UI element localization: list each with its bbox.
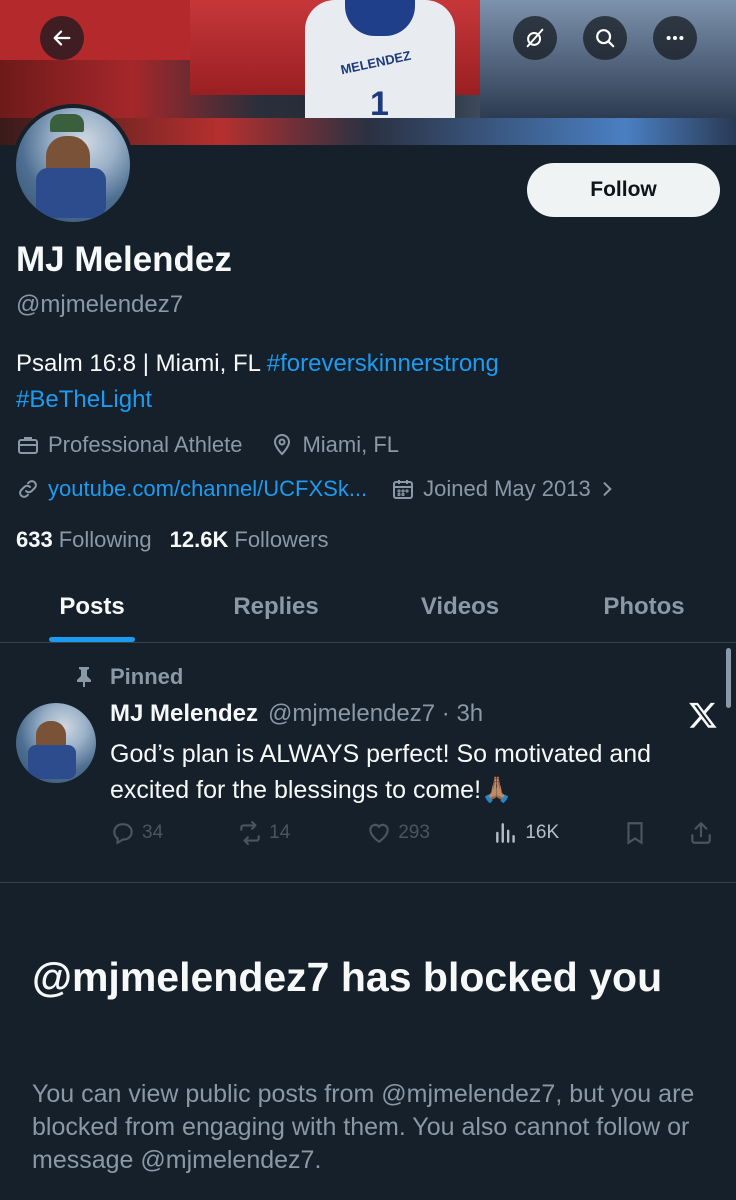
views-icon bbox=[496, 823, 516, 843]
location-item: Miami, FL bbox=[270, 432, 399, 458]
following-label: Following bbox=[58, 527, 152, 552]
like-button[interactable]: 293 bbox=[366, 820, 493, 846]
blocked-title: @mjmelendez7 has blocked you bbox=[32, 954, 663, 1000]
tab-photos[interactable]: Photos bbox=[552, 572, 736, 642]
tab-photos-label: Photos bbox=[603, 593, 685, 620]
joined-item[interactable]: Joined May 2013 bbox=[391, 476, 625, 502]
post-author-handle[interactable]: @mjmelendez7 · 3h bbox=[268, 700, 483, 728]
blocked-description: You can view public posts from @mjmelend… bbox=[32, 1080, 695, 1174]
follow-counts: 633 Following 12.6K Followers bbox=[16, 527, 347, 553]
profile-bio: Psalm 16:8 | Miami, FL #foreverskinnerst… bbox=[16, 346, 716, 418]
profession-item: Professional Athlete bbox=[16, 432, 242, 458]
bio-hashtag-foreverskinnerstrong[interactable]: #foreverskinnerstrong bbox=[267, 350, 499, 377]
tab-posts-label: Posts bbox=[59, 593, 125, 620]
avatar-cap bbox=[50, 114, 84, 132]
profile-meta-row-1: Professional Athlete Miami, FL bbox=[16, 432, 427, 458]
briefcase-icon bbox=[18, 437, 38, 454]
tab-videos[interactable]: Videos bbox=[368, 572, 552, 642]
website-item[interactable]: youtube.com/channel/UCFXSk... bbox=[16, 476, 367, 502]
post-author-avatar[interactable] bbox=[16, 703, 96, 783]
active-tab-indicator bbox=[49, 637, 135, 642]
scrollbar[interactable] bbox=[726, 648, 731, 708]
profession-label: Professional Athlete bbox=[48, 432, 243, 457]
back-button[interactable] bbox=[40, 16, 84, 60]
tab-posts[interactable]: Posts bbox=[0, 572, 184, 642]
pinned-label: Pinned bbox=[110, 664, 184, 689]
avatar-glove bbox=[36, 168, 106, 218]
repost-button[interactable]: 14 bbox=[237, 820, 366, 846]
arrow-left-icon bbox=[53, 30, 71, 46]
share-icon bbox=[691, 822, 711, 844]
followers-link[interactable]: 12.6K Followers bbox=[170, 527, 329, 553]
tab-replies[interactable]: Replies bbox=[184, 572, 368, 642]
link-icon bbox=[19, 480, 37, 498]
profile-avatar[interactable] bbox=[12, 104, 134, 226]
post-avatar-glove bbox=[28, 745, 76, 779]
bio-hashtag-bethelight[interactable]: #BeTheLight bbox=[16, 386, 152, 413]
bookmark-button[interactable] bbox=[622, 820, 688, 846]
views-count: 16K bbox=[525, 822, 560, 843]
repost-count: 14 bbox=[269, 822, 291, 843]
website-link[interactable]: youtube.com/channel/UCFXSk... bbox=[48, 476, 367, 502]
post-header: MJ Melendez @mjmelendez7 · 3h bbox=[110, 700, 483, 728]
reply-count: 34 bbox=[142, 822, 164, 843]
post-actions: 34 14 293 16K bbox=[110, 818, 720, 848]
search-icon bbox=[596, 29, 615, 48]
tab-videos-label: Videos bbox=[420, 593, 500, 620]
share-button[interactable] bbox=[688, 820, 720, 846]
pinned-indicator: Pinned bbox=[74, 664, 183, 690]
reply-button[interactable]: 34 bbox=[110, 820, 237, 846]
location-label: Miami, FL bbox=[302, 432, 400, 457]
grok-icon bbox=[526, 28, 544, 48]
follow-button[interactable]: Follow bbox=[527, 163, 720, 217]
post-text: God’s plan is ALWAYS perfect! So motivat… bbox=[110, 740, 652, 804]
section-divider bbox=[0, 882, 736, 883]
views-button[interactable]: 16K bbox=[493, 820, 622, 846]
location-pin-icon bbox=[274, 434, 291, 456]
heart-icon bbox=[369, 823, 389, 843]
profile-tabs: Posts Replies Videos Photos bbox=[0, 572, 736, 643]
banner-sign bbox=[0, 0, 200, 60]
following-link[interactable]: 633 Following bbox=[16, 527, 152, 553]
post-author-name[interactable]: MJ Melendez bbox=[110, 700, 258, 728]
more-button[interactable] bbox=[653, 16, 697, 60]
reply-icon bbox=[113, 823, 133, 845]
bookmark-icon bbox=[627, 822, 644, 845]
joined-label: Joined May 2013 bbox=[423, 476, 591, 501]
followers-count: 12.6K bbox=[169, 527, 229, 552]
tab-replies-label: Replies bbox=[233, 593, 319, 620]
more-icon bbox=[666, 35, 684, 41]
grok-button[interactable] bbox=[513, 16, 557, 60]
search-button[interactable] bbox=[583, 16, 627, 60]
profile-handle: @mjmelendez7 bbox=[16, 291, 184, 318]
followers-label: Followers bbox=[234, 527, 329, 552]
like-count: 293 bbox=[398, 822, 430, 843]
pin-icon bbox=[77, 667, 91, 687]
profile-meta-row-2: youtube.com/channel/UCFXSk... Joined May… bbox=[16, 476, 653, 502]
following-count: 633 bbox=[16, 527, 53, 552]
bio-text: Psalm 16:8 | Miami, FL bbox=[16, 350, 267, 377]
chevron-right-icon bbox=[603, 482, 612, 496]
x-logo-icon[interactable] bbox=[688, 700, 718, 730]
profile-name: MJ Melendez bbox=[16, 240, 232, 279]
calendar-icon bbox=[393, 480, 414, 499]
repost-icon bbox=[240, 821, 260, 845]
